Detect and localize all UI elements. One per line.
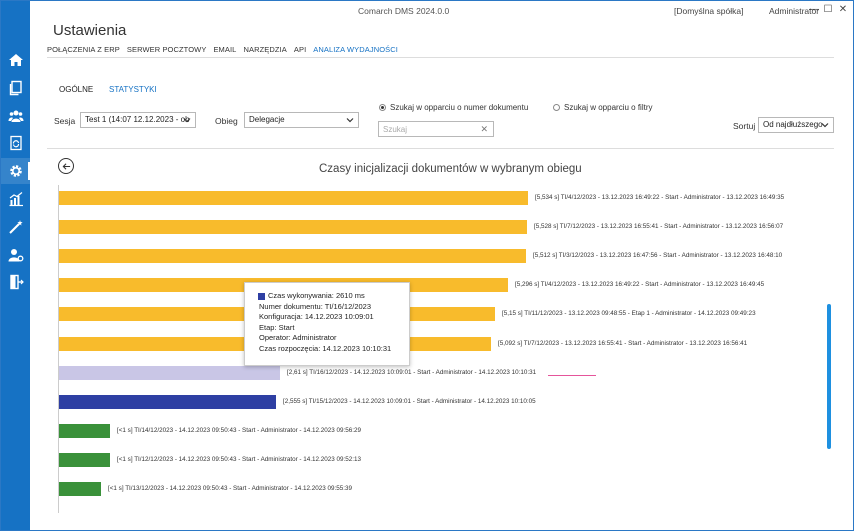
chart-bar[interactable] xyxy=(59,220,527,234)
radio-search-by-filters[interactable]: Szukaj w opparciu o filtry xyxy=(553,103,652,112)
documents-icon[interactable] xyxy=(1,75,30,101)
tooltip-duration: Czas wykonywania: 2610 ms xyxy=(268,291,365,300)
back-button[interactable] xyxy=(58,158,74,174)
chart-title: Czasy inicjalizacji dokumentów w wybrany… xyxy=(319,163,582,175)
menu-tools[interactable]: NARZĘDZIA xyxy=(243,45,290,54)
workflow-select[interactable]: Delegacje xyxy=(244,112,359,128)
chart-bar-label: [2,61 s] TI/16/12/2023 - 14.12.2023 10:0… xyxy=(287,369,537,376)
home-icon[interactable] xyxy=(1,47,30,73)
chart-bar-label: [5,092 s] TI/7/12/2023 - 13.12.2023 16:5… xyxy=(498,340,748,347)
close-button[interactable]: ✕ xyxy=(837,4,849,16)
clear-icon[interactable]: ✕ xyxy=(480,124,488,135)
chevron-down-icon xyxy=(346,118,354,123)
workflow-value: Delegacje xyxy=(249,115,285,124)
tooltip: Czas wykonywania: 2610 ms Numer dokument… xyxy=(244,282,410,366)
chart-bar[interactable] xyxy=(59,424,110,438)
tooltip-document-number: Numer dokumentu: TI/16/12/2023 xyxy=(259,301,372,311)
radio-search-by-filters-label: Szukaj w opparciu o filtry xyxy=(564,103,653,112)
chart-bar[interactable] xyxy=(59,482,101,496)
tab-general[interactable]: OGÓLNE xyxy=(59,85,93,94)
menu-email[interactable]: EMAIL xyxy=(213,45,240,54)
radio-search-by-number[interactable]: Szukaj w opparciu o numer dokumentu xyxy=(379,103,528,112)
wand-icon[interactable] xyxy=(1,214,30,240)
chart-bar-label: [5,528 s] TI/7/12/2023 - 13.12.2023 16:5… xyxy=(534,223,784,230)
tooltip-configuration: Konfiguracja: 14.12.2023 10:09:01 xyxy=(259,312,374,321)
chart-bar-label: [<1 s] TI/14/12/2023 - 14.12.2023 09:50:… xyxy=(117,427,362,434)
menu-performance-analysis[interactable]: ANALIZA WYDAJNOŚCI xyxy=(313,45,402,54)
chart-bar-label: [2,555 s] TI/15/12/2023 - 14.12.2023 10:… xyxy=(283,398,536,405)
window-frame xyxy=(0,0,854,531)
session-value: Test 1 (14:07 12.12.2023 - ob xyxy=(85,115,190,124)
arrow-left-icon xyxy=(62,162,70,170)
sort-label: Sortuj xyxy=(733,121,756,131)
search-placeholder: Szukaj xyxy=(383,125,408,134)
minimize-button[interactable]: — xyxy=(808,4,820,16)
sidebar xyxy=(1,1,30,530)
tooltip-legend-square xyxy=(258,293,265,300)
user-settings-icon[interactable] xyxy=(1,242,30,268)
chart-bar[interactable] xyxy=(59,191,528,205)
menu-mail-server[interactable]: SERWER POCZTOWY xyxy=(127,45,211,54)
logout-icon[interactable] xyxy=(1,269,30,295)
chart-bar[interactable] xyxy=(59,366,280,380)
statistics-icon[interactable] xyxy=(1,186,30,212)
menu-api[interactable]: API xyxy=(294,45,310,54)
sync-documents-icon[interactable] xyxy=(1,130,30,156)
chart-bar[interactable] xyxy=(59,453,110,467)
radio-dot xyxy=(553,104,560,111)
users-icon[interactable] xyxy=(1,103,30,129)
radio-search-by-number-label: Szukaj w opparciu o numer dokumentu xyxy=(390,103,529,112)
chevron-down-icon xyxy=(821,123,829,128)
menu-erp-connections[interactable]: POŁĄCZENIA Z ERP xyxy=(47,45,124,54)
search-input[interactable]: Szukaj ✕ xyxy=(378,121,494,137)
chart-bar-label: [<1 s] TI/12/12/2023 - 14.12.2023 09:50:… xyxy=(117,456,362,463)
page-title: Ustawienia xyxy=(53,22,127,39)
chart-bar-label: [<1 s] TI/13/12/2023 - 14.12.2023 09:50:… xyxy=(108,485,353,492)
app-title: Comarch DMS 2024.0.0 xyxy=(358,6,450,16)
session-select[interactable]: Test 1 (14:07 12.12.2023 - ob xyxy=(80,112,196,128)
tooltip-stage: Etap: Start xyxy=(259,322,295,332)
workflow-label: Obieg xyxy=(215,116,238,126)
chart-bar-label: [5,512 s] TI/3/12/2023 - 13.12.2023 16:4… xyxy=(533,252,783,259)
chart-bar-label: [5,15 s] TI/11/12/2023 - 13.12.2023 09:4… xyxy=(502,310,756,317)
tab-statistics[interactable]: STATYSTYKI xyxy=(109,85,157,94)
maximize-button[interactable]: ☐ xyxy=(822,4,834,16)
tooltip-operator: Operator: Administrator xyxy=(259,333,337,342)
chart-bar[interactable] xyxy=(59,395,276,409)
section-divider xyxy=(47,148,834,149)
settings-menu: POŁĄCZENIA Z ERP SERWER POCZTOWY EMAIL N… xyxy=(47,45,405,54)
settings-icon[interactable] xyxy=(1,158,30,184)
chevron-down-icon xyxy=(183,118,191,123)
sort-value: Od najdłuższego xyxy=(763,120,823,129)
tooltip-start-time: Czas rozpoczęcia: 14.12.2023 10:10:31 xyxy=(259,343,392,353)
chart-bar-label: [5,534 s] TI/4/12/2023 - 13.12.2023 16:4… xyxy=(535,194,785,201)
chart-bar-label: [5,296 s] TI/4/12/2023 - 13.12.2023 16:4… xyxy=(515,281,765,288)
sort-select[interactable]: Od najdłuższego xyxy=(758,117,834,133)
radio-dot xyxy=(379,104,386,111)
scrollbar[interactable] xyxy=(827,304,831,449)
chart-bar[interactable] xyxy=(59,249,526,263)
company-selector[interactable]: [Domyślna spółka] xyxy=(674,6,743,16)
session-label: Sesja xyxy=(54,116,76,126)
hover-line xyxy=(548,375,596,376)
menu-divider xyxy=(47,57,834,58)
